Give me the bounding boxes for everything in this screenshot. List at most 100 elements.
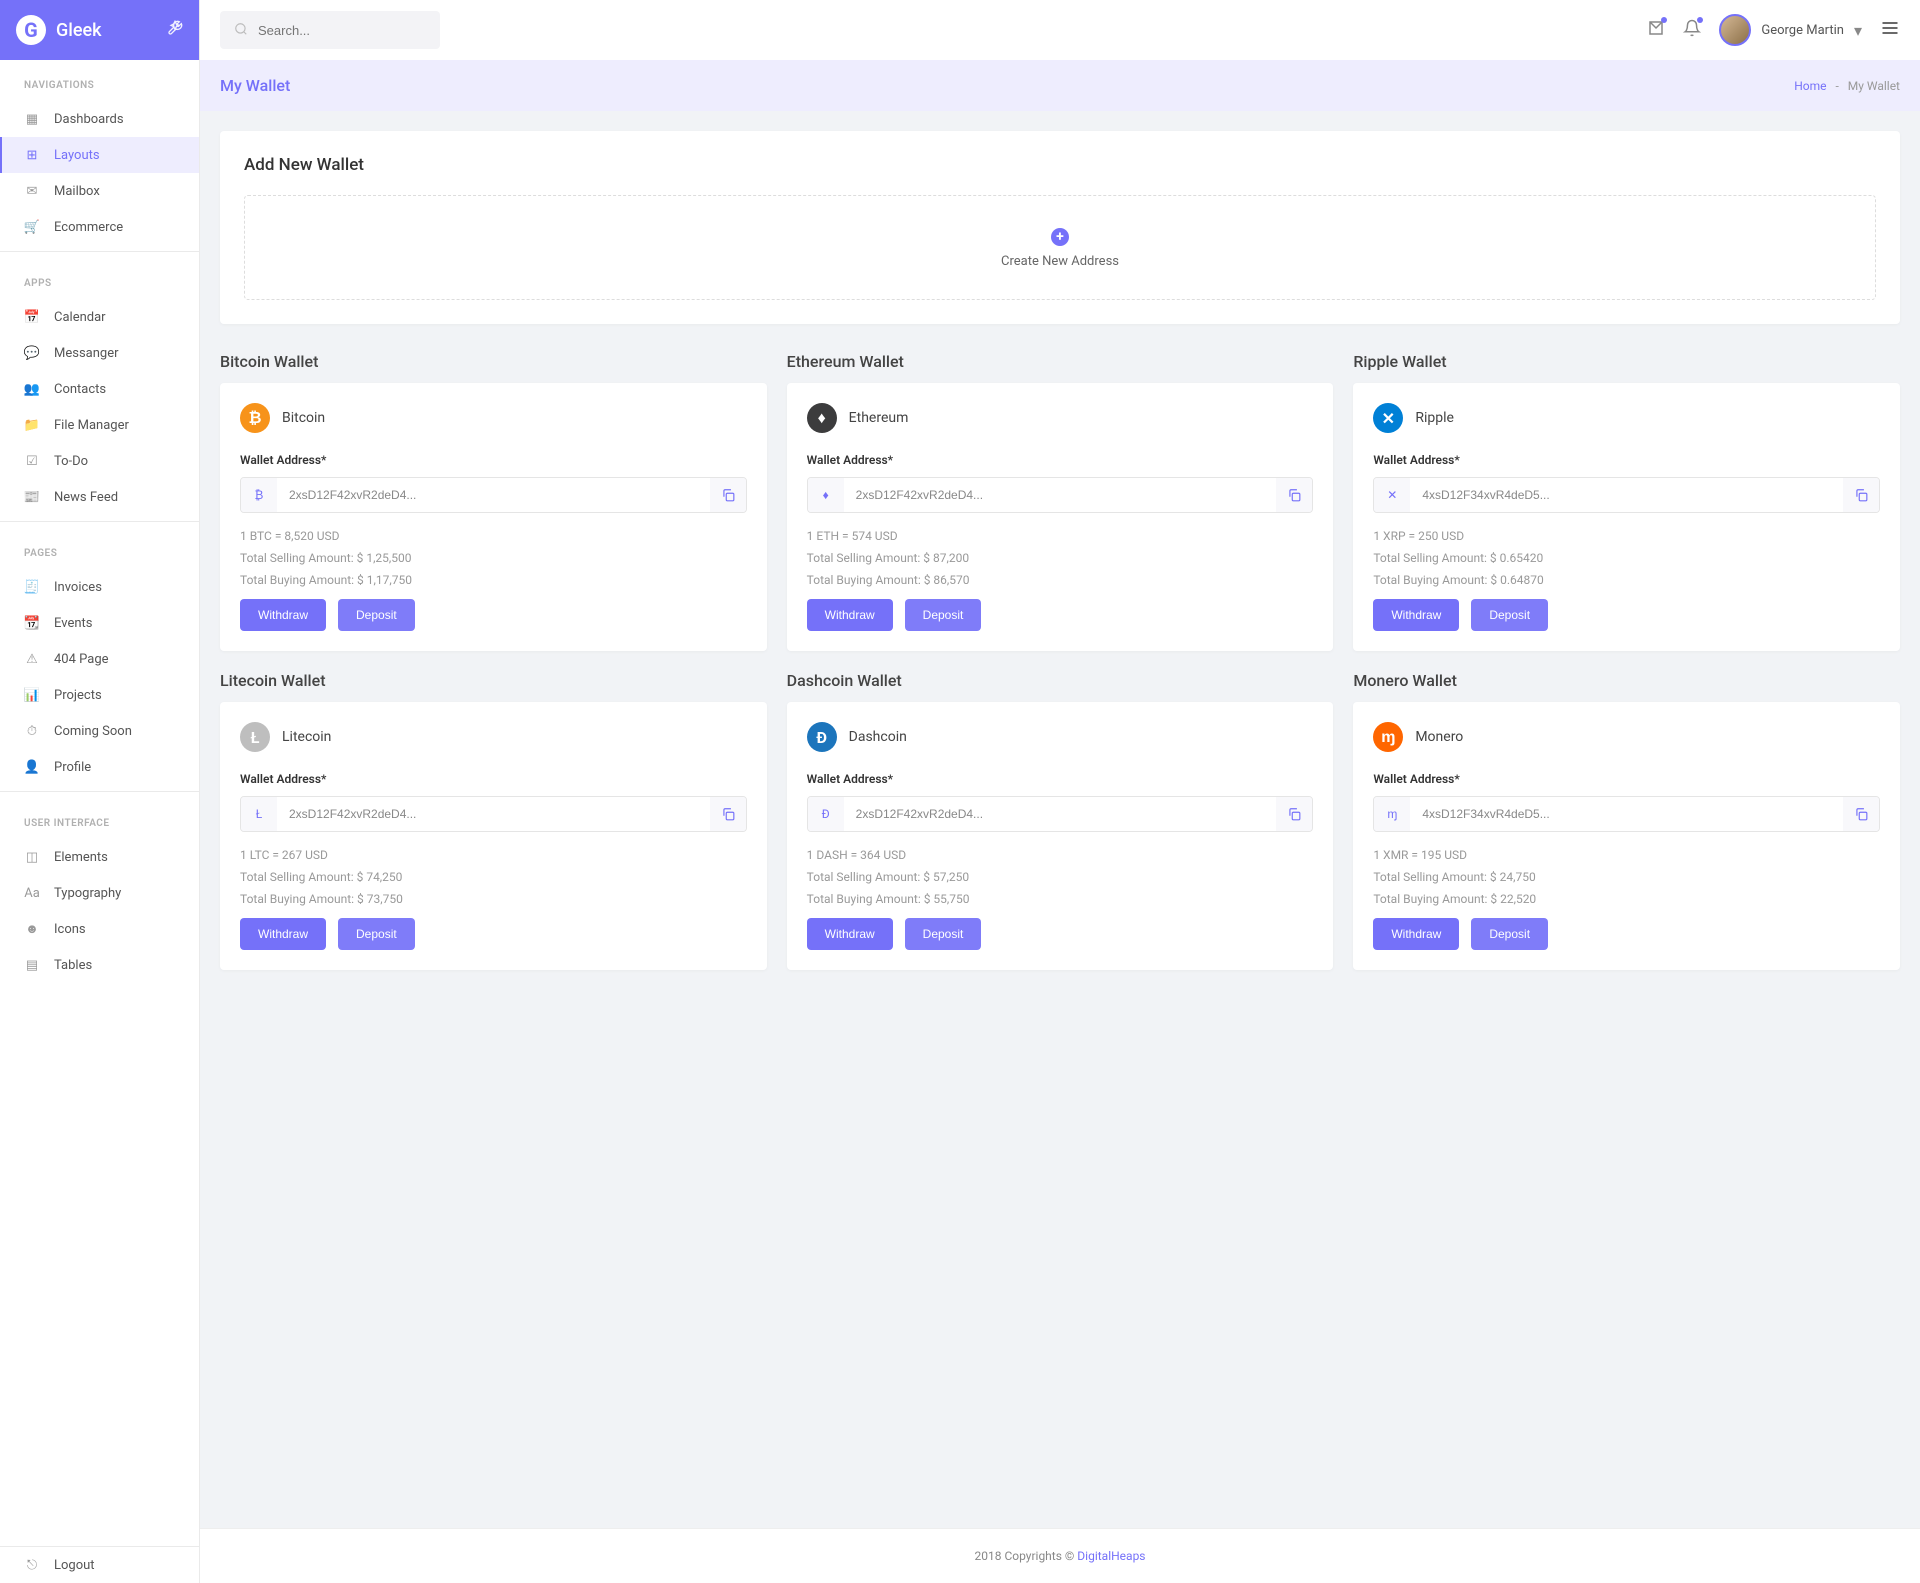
sidebar-item-mailbox[interactable]: ✉Mailbox xyxy=(0,173,199,209)
sidebar-item-file-manager[interactable]: 📁File Manager xyxy=(0,407,199,443)
sidebar-item-404[interactable]: ⚠404 Page xyxy=(0,641,199,677)
sidebar-item-ecommerce[interactable]: 🛒Ecommerce xyxy=(0,209,199,245)
search-box[interactable] xyxy=(220,11,440,49)
wallet-address-input[interactable] xyxy=(1410,797,1843,831)
wallet-address-group: ✕ xyxy=(1373,477,1880,513)
withdraw-button[interactable]: Withdraw xyxy=(240,918,326,950)
coin-symbol-icon: ♦ xyxy=(808,478,844,512)
tools-icon[interactable] xyxy=(167,20,183,40)
sidebar-item-typography[interactable]: AaTypography xyxy=(0,875,199,911)
content: Add New Wallet + Create New Address Bitc… xyxy=(200,111,1920,1528)
add-wallet-card: Add New Wallet + Create New Address xyxy=(220,131,1900,324)
wallet-heading: Litecoin Wallet xyxy=(220,671,767,690)
deposit-button[interactable]: Deposit xyxy=(338,918,415,950)
typography-icon: Aa xyxy=(24,885,40,901)
wallet-address-input[interactable] xyxy=(844,797,1277,831)
sidebar-item-tables[interactable]: ▤Tables xyxy=(0,947,199,983)
wallet-heading: Bitcoin Wallet xyxy=(220,352,767,371)
withdraw-button[interactable]: Withdraw xyxy=(1373,599,1459,631)
add-wallet-title: Add New Wallet xyxy=(244,155,1876,175)
wallet-selling: Total Selling Amount: $ 0.65420 xyxy=(1373,551,1880,565)
wallet-address-group: ♦ xyxy=(807,477,1314,513)
sidebar-item-news-feed[interactable]: 📰News Feed xyxy=(0,479,199,515)
nav-section-navigations: NAVIGATIONS xyxy=(0,60,199,101)
copy-icon[interactable] xyxy=(1276,478,1312,512)
wallet-address-label: Wallet Address* xyxy=(240,772,747,786)
withdraw-button[interactable]: Withdraw xyxy=(807,599,893,631)
menu-toggle-icon[interactable] xyxy=(1880,18,1900,42)
cart-icon: 🛒 xyxy=(24,219,40,235)
wallet-card: ɱ Monero Wallet Address* ɱ 1 XMR = 195 U… xyxy=(1353,702,1900,970)
deposit-button[interactable]: Deposit xyxy=(338,599,415,631)
wallet-address-group: ₿ xyxy=(240,477,747,513)
deposit-button[interactable]: Deposit xyxy=(1471,918,1548,950)
sidebar-item-elements[interactable]: ◫Elements xyxy=(0,839,199,875)
wallet-address-group: ɱ xyxy=(1373,796,1880,832)
breadcrumb-home[interactable]: Home xyxy=(1794,79,1826,93)
wallet-card: Đ Dashcoin Wallet Address* Đ 1 DASH = 36… xyxy=(787,702,1334,970)
wallet-card: ₿ Bitcoin Wallet Address* ₿ 1 BTC = 8,52… xyxy=(220,383,767,651)
sidebar-item-events[interactable]: 📆Events xyxy=(0,605,199,641)
coin-name: Dashcoin xyxy=(849,729,907,745)
wallet-address-input[interactable] xyxy=(277,797,710,831)
deposit-button[interactable]: Deposit xyxy=(905,918,982,950)
wallet-block: Ripple Wallet ✕ Ripple Wallet Address* ✕… xyxy=(1353,352,1900,651)
logo[interactable]: G Gleek xyxy=(16,15,102,45)
search-input[interactable] xyxy=(258,23,426,38)
sidebar-item-messanger[interactable]: 💬Messanger xyxy=(0,335,199,371)
sidebar-item-coming-soon[interactable]: ⏱Coming Soon xyxy=(0,713,199,749)
withdraw-button[interactable]: Withdraw xyxy=(807,918,893,950)
user-icon: 👤 xyxy=(24,759,40,775)
nav-section-apps: APPS xyxy=(0,258,199,299)
sidebar-item-projects[interactable]: 📊Projects xyxy=(0,677,199,713)
create-address-label: Create New Address xyxy=(275,254,1845,269)
coin-name: Ethereum xyxy=(849,410,909,426)
sidebar-item-layouts[interactable]: ⊞Layouts xyxy=(0,137,199,173)
search-icon xyxy=(234,21,248,40)
deposit-button[interactable]: Deposit xyxy=(905,599,982,631)
brand-name: Gleek xyxy=(56,20,102,41)
copy-icon[interactable] xyxy=(1843,797,1879,831)
layouts-icon: ⊞ xyxy=(24,147,40,163)
sidebar-item-todo[interactable]: ☑To-Do xyxy=(0,443,199,479)
sidebar-item-icons[interactable]: ☻Icons xyxy=(0,911,199,947)
error-icon: ⚠ xyxy=(24,651,40,667)
wallet-address-input[interactable] xyxy=(844,478,1277,512)
chat-icon: 💬 xyxy=(24,345,40,361)
contacts-icon: 👥 xyxy=(24,381,40,397)
sidebar-item-invoices[interactable]: 🧾Invoices xyxy=(0,569,199,605)
sidebar-item-logout[interactable]: ⎋Logout xyxy=(0,1547,199,1583)
wallet-address-label: Wallet Address* xyxy=(1373,772,1880,786)
badge-dot xyxy=(1697,17,1703,23)
wallet-card: Ł Litecoin Wallet Address* Ł 1 LTC = 267… xyxy=(220,702,767,970)
wallets-grid: Bitcoin Wallet ₿ Bitcoin Wallet Address*… xyxy=(220,352,1900,970)
wallet-selling: Total Selling Amount: $ 1,25,500 xyxy=(240,551,747,565)
wallet-address-input[interactable] xyxy=(277,478,710,512)
messages-icon[interactable] xyxy=(1647,19,1665,41)
chevron-down-icon: ▾ xyxy=(1854,21,1862,40)
coin-icon: ɱ xyxy=(1373,722,1403,752)
copy-icon[interactable] xyxy=(1843,478,1879,512)
wallet-rate: 1 XRP = 250 USD xyxy=(1373,529,1880,543)
sidebar-item-profile[interactable]: 👤Profile xyxy=(0,749,199,785)
deposit-button[interactable]: Deposit xyxy=(1471,599,1548,631)
copy-icon[interactable] xyxy=(1276,797,1312,831)
copy-icon[interactable] xyxy=(710,478,746,512)
wallet-block: Dashcoin Wallet Đ Dashcoin Wallet Addres… xyxy=(787,671,1334,970)
sidebar-item-dashboards[interactable]: ▦Dashboards xyxy=(0,101,199,137)
create-address-button[interactable]: + Create New Address xyxy=(244,195,1876,300)
wallet-address-input[interactable] xyxy=(1410,478,1843,512)
dashboard-icon: ▦ xyxy=(24,111,40,127)
footer-link[interactable]: DigitalHeaps xyxy=(1077,1549,1145,1563)
copy-icon[interactable] xyxy=(710,797,746,831)
sidebar-item-calendar[interactable]: 📅Calendar xyxy=(0,299,199,335)
wallet-selling: Total Selling Amount: $ 74,250 xyxy=(240,870,747,884)
wallet-block: Litecoin Wallet Ł Litecoin Wallet Addres… xyxy=(220,671,767,970)
coin-icon: ✕ xyxy=(1373,403,1403,433)
withdraw-button[interactable]: Withdraw xyxy=(1373,918,1459,950)
sidebar-item-contacts[interactable]: 👥Contacts xyxy=(0,371,199,407)
withdraw-button[interactable]: Withdraw xyxy=(240,599,326,631)
user-menu[interactable]: George Martin ▾ xyxy=(1719,14,1862,46)
notifications-icon[interactable] xyxy=(1683,19,1701,41)
wallet-heading: Dashcoin Wallet xyxy=(787,671,1334,690)
